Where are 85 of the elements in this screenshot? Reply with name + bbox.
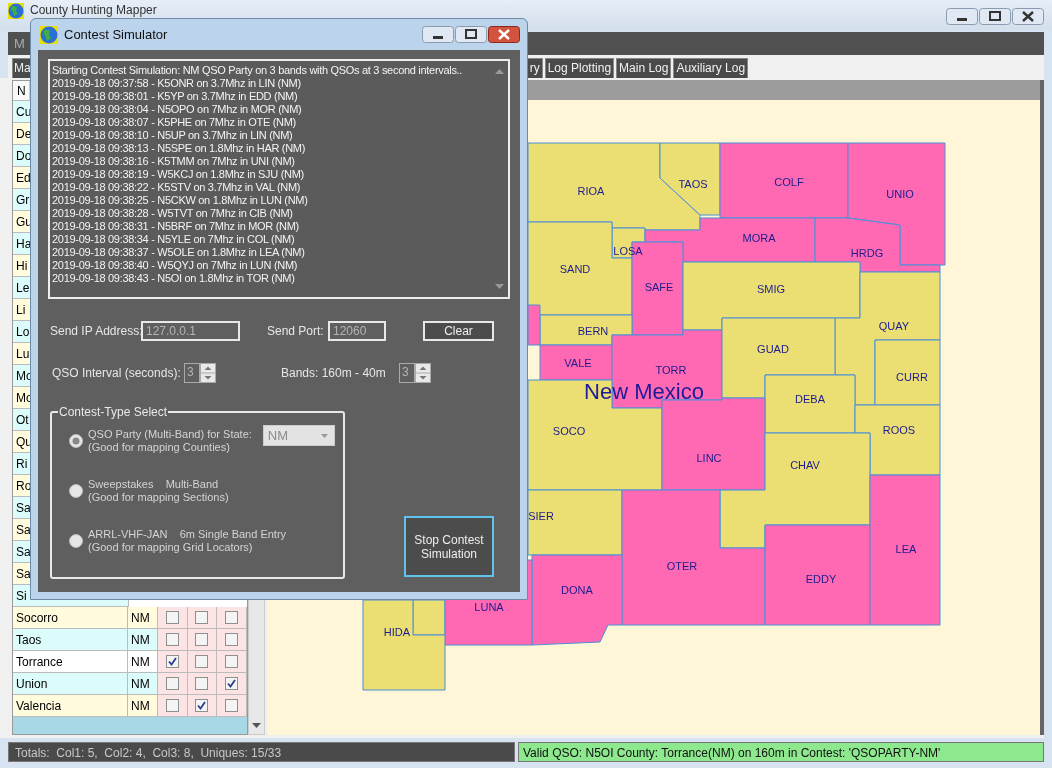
log-line: 2019-09-18 09:38:01 - K5YP on 3.7Mhz in EDD (NM): [52, 90, 299, 103]
maximize-button[interactable]: [979, 8, 1011, 25]
field-label: Bands: 160m - 40m: [281, 366, 387, 380]
minimize-button[interactable]: [422, 26, 454, 43]
radio-button[interactable]: [69, 534, 83, 548]
spin-arrows-icon[interactable]: [415, 363, 431, 383]
table-cell: Union: [13, 673, 128, 695]
close-button[interactable]: [1012, 8, 1044, 25]
county-label: QUAY: [878, 320, 910, 332]
table-cell: Taos: [13, 629, 128, 651]
county-label: LINC: [696, 452, 722, 464]
table-cell: Socorro: [13, 607, 128, 629]
county-label: BERN: [577, 325, 609, 337]
county-label: SOCO: [552, 425, 586, 437]
dialog-title: Contest Simulator: [64, 27, 169, 42]
county-label: CURR: [896, 371, 928, 383]
county-label: EDDY: [805, 573, 837, 585]
table-cell: NM: [128, 607, 158, 629]
checkbox[interactable]: [225, 611, 239, 624]
tab[interactable]: Main Log: [616, 58, 672, 78]
county-label: COLF: [774, 176, 804, 188]
table-cell: NM: [128, 629, 158, 651]
log-line: Starting Contest Simulation: NM QSO Party on 3 bands with QSOs at 3 second intervals..: [52, 64, 464, 77]
county-label: HRDG: [850, 247, 884, 259]
county-label: UNIO: [886, 188, 914, 200]
county-label: CHAV: [790, 459, 820, 471]
county-label: SAND: [559, 263, 591, 275]
radio-button[interactable]: [69, 484, 83, 498]
menu-item[interactable]: M: [12, 36, 27, 51]
scroll-up-icon[interactable]: [495, 69, 504, 74]
checkbox[interactable]: [225, 677, 239, 690]
tab[interactable]: Log Plotting: [544, 58, 615, 78]
county-label: HIDA: [383, 626, 411, 638]
county-label: OTER: [666, 560, 698, 572]
county-label: TAOS: [678, 178, 708, 190]
checkbox[interactable]: [225, 699, 239, 712]
table-cell: NM: [128, 673, 158, 695]
column-header[interactable]: N: [13, 81, 30, 101]
status-message: Valid QSO: N5OI County: Torrance(NM) on 160m in Contest: 'QSOPARTY-NM': [518, 742, 1044, 762]
county-label: SMIG: [756, 283, 786, 295]
app-globe-icon: [8, 3, 24, 19]
table-cell: NM: [128, 695, 158, 717]
group-title: Contest-Type Select: [58, 405, 169, 419]
checkbox[interactable]: [195, 699, 209, 712]
county-label: SIER: [528, 510, 554, 522]
field-label: Send Port:: [267, 324, 325, 338]
checkbox[interactable]: [195, 677, 209, 690]
county-label: DONA: [561, 584, 593, 596]
checkbox[interactable]: [165, 699, 179, 712]
checkbox[interactable]: [165, 655, 179, 668]
county-label: LEA: [895, 543, 917, 555]
county-label: LUNA: [474, 601, 504, 613]
county-label: VALE: [564, 357, 592, 369]
county-label: MORA: [742, 232, 776, 244]
checkbox[interactable]: [225, 633, 239, 646]
county-label: TORR: [655, 364, 687, 376]
close-button[interactable]: [488, 26, 520, 43]
app-globe-icon: [40, 25, 58, 44]
scroll-down-icon[interactable]: [252, 723, 261, 728]
maximize-button[interactable]: [455, 26, 487, 43]
checkbox[interactable]: [225, 655, 239, 668]
stop-button[interactable]: Stop Contest Simulation: [404, 516, 494, 577]
log-line: 2019-09-18 09:37:58 - K5ONR on 3.7Mhz in LIN (NM): [52, 77, 302, 90]
checkbox[interactable]: [165, 677, 179, 690]
minimize-button[interactable]: [946, 8, 978, 25]
county-label: RIOA: [577, 185, 605, 197]
clear-button[interactable]: Clear: [423, 321, 494, 341]
spin-arrows-icon[interactable]: [200, 363, 216, 383]
checkbox[interactable]: [195, 655, 209, 668]
table-cell: NM: [128, 651, 158, 673]
checkbox[interactable]: [195, 611, 209, 624]
radio-button[interactable]: [69, 434, 83, 448]
county-label: DEBA: [795, 393, 825, 405]
checkbox[interactable]: [165, 611, 179, 624]
tab[interactable]: Ma: [12, 58, 31, 78]
tab[interactable]: Auxiliary Log: [673, 58, 749, 78]
window-title: County Hunting Mapper: [30, 3, 158, 17]
county-label: SAFE: [644, 281, 674, 293]
county-label: GUAD: [757, 343, 789, 355]
totals-text: Totals: Col1: 5, Col2: 4, Col3: 8, Uniques: 15/33: [8, 742, 515, 762]
table-cell: Valencia: [13, 695, 128, 717]
caret-icon: [320, 433, 328, 438]
checkbox[interactable]: [195, 633, 209, 646]
table-cell: Torrance: [13, 651, 128, 673]
checkbox[interactable]: [165, 633, 179, 646]
